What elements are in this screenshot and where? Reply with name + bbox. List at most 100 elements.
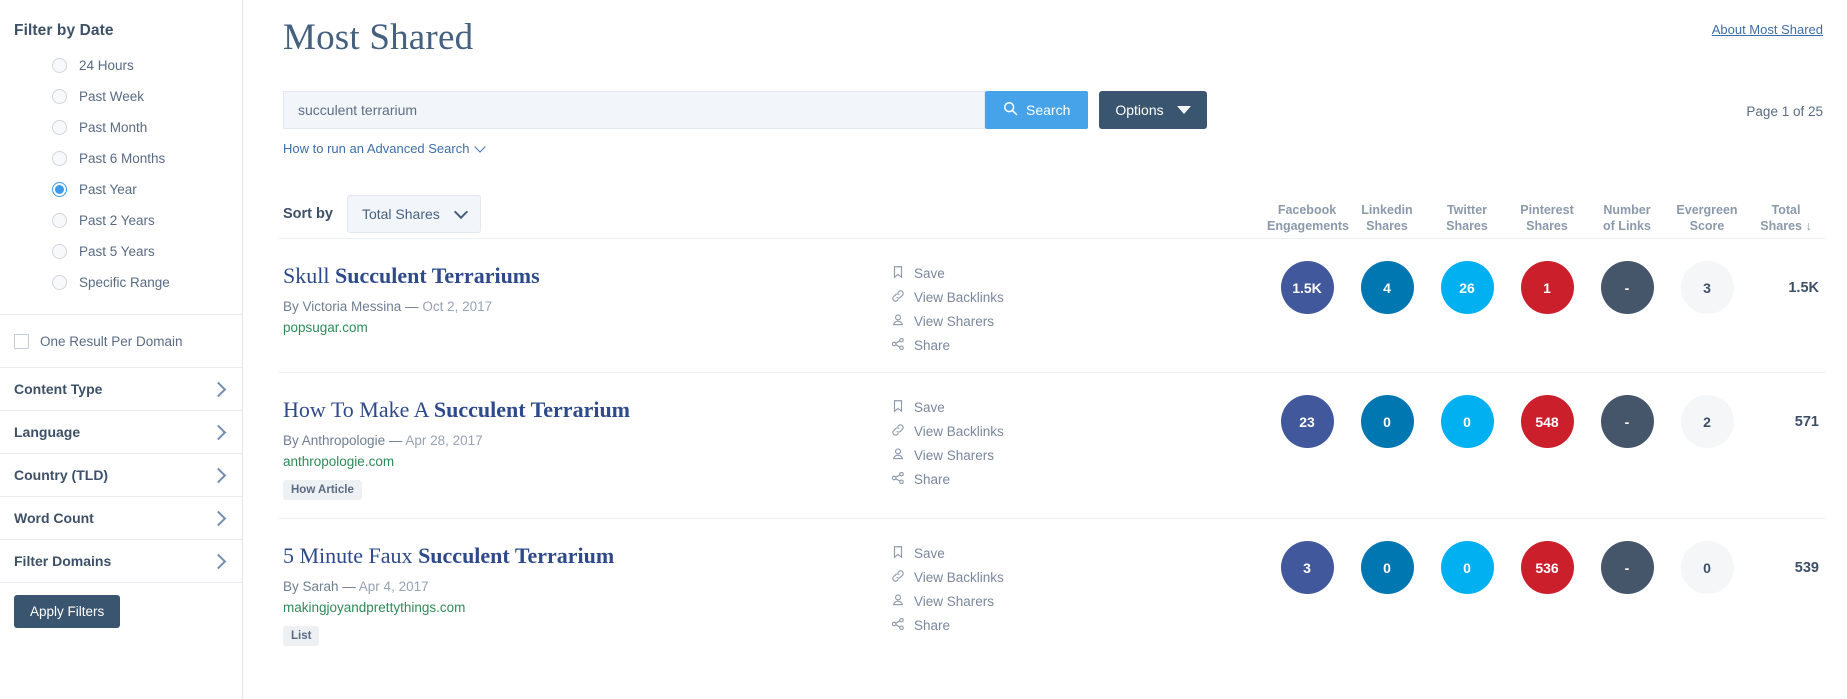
radio-icon[interactable] xyxy=(52,89,67,104)
result-author: By Sarah — xyxy=(283,579,359,594)
action-view-sharers[interactable]: View Sharers xyxy=(891,313,1041,330)
filter-section-filter-domains[interactable]: Filter Domains xyxy=(0,539,242,582)
filter-section-word-count[interactable]: Word Count xyxy=(0,496,242,539)
date-filter-option[interactable]: Past 2 Years xyxy=(0,205,242,236)
person-icon xyxy=(891,313,905,330)
metric-value-evergreen: 2 xyxy=(1703,413,1711,430)
action-label: Share xyxy=(914,472,951,487)
person-icon xyxy=(891,447,905,464)
metric-value-twitter: 26 xyxy=(1459,279,1475,296)
column-header[interactable]: Total Shares ↓ xyxy=(1747,202,1825,234)
sort-direction-icon[interactable]: ↓ xyxy=(1805,219,1811,233)
column-header[interactable]: Number of Links xyxy=(1587,202,1667,234)
result-title[interactable]: Skull Succulent Terrariums xyxy=(283,263,883,289)
link-icon xyxy=(891,423,905,440)
chevron-right-icon xyxy=(210,467,227,483)
search-button[interactable]: Search xyxy=(985,91,1089,129)
result-domain[interactable]: popsugar.com xyxy=(283,320,883,335)
result-title[interactable]: How To Make A Succulent Terrarium xyxy=(283,397,883,423)
result-date: Apr 28, 2017 xyxy=(405,433,483,448)
metric-circle-pinterest: 548 xyxy=(1520,395,1574,448)
column-header-line1: Twitter xyxy=(1446,203,1488,217)
date-filter-option[interactable]: Past 6 Months xyxy=(0,143,242,174)
date-filter-option[interactable]: Past Week xyxy=(0,81,242,112)
action-share[interactable]: Share xyxy=(891,337,1041,354)
metric-cell-facebook: 3 xyxy=(1267,541,1347,594)
date-filter-option[interactable]: Past 5 Years xyxy=(0,236,242,267)
radio-icon[interactable] xyxy=(52,120,67,135)
result-actions: Save View Backlinks View Sharers Share xyxy=(891,263,1041,354)
options-button[interactable]: Options xyxy=(1099,91,1207,129)
result-content-type-badge: How Article xyxy=(283,480,362,500)
radio-icon[interactable] xyxy=(52,275,67,290)
chevron-down-icon xyxy=(453,204,468,220)
column-header-line2: Shares xyxy=(1347,218,1427,234)
result-title-match: Succulent Terrarium xyxy=(433,397,631,422)
action-save[interactable]: Save xyxy=(891,545,1041,562)
metric-value-links: - xyxy=(1624,279,1630,296)
radio-icon[interactable] xyxy=(52,213,67,228)
action-view-backlinks[interactable]: View Backlinks xyxy=(891,423,1041,440)
column-header-line1: Total xyxy=(1771,203,1801,217)
result-actions: Save View Backlinks View Sharers Share xyxy=(891,543,1041,634)
column-header[interactable]: Pinterest Shares xyxy=(1507,202,1587,234)
action-view-sharers[interactable]: View Sharers xyxy=(891,447,1041,464)
radio-icon[interactable] xyxy=(52,151,67,166)
column-header[interactable]: Evergreen Score xyxy=(1667,202,1747,234)
action-label: View Backlinks xyxy=(914,570,1004,585)
metric-circle-evergreen: 0 xyxy=(1680,541,1734,594)
radio-icon[interactable] xyxy=(52,58,67,73)
bookmark-icon xyxy=(891,545,905,562)
radio-icon[interactable] xyxy=(52,182,67,197)
metric-cell-facebook: 23 xyxy=(1267,395,1347,448)
filter-section-language[interactable]: Language xyxy=(0,410,242,453)
action-share[interactable]: Share xyxy=(891,617,1041,634)
date-filter-option[interactable]: 24 Hours xyxy=(0,50,242,81)
one-result-per-domain-checkbox[interactable] xyxy=(14,333,29,349)
action-share[interactable]: Share xyxy=(891,471,1041,488)
result-domain[interactable]: makingjoyandprettythings.com xyxy=(283,600,883,615)
metric-circle-facebook: 23 xyxy=(1280,395,1334,448)
result-domain[interactable]: anthropologie.com xyxy=(283,454,883,469)
result-info: Skull Succulent Terrariums By Victoria Me… xyxy=(283,263,883,335)
result-info: 5 Minute Faux Succulent Terrarium By Sara… xyxy=(283,543,883,646)
radio-icon[interactable] xyxy=(52,244,67,259)
date-filter-option[interactable]: Past Month xyxy=(0,112,242,143)
metric-value-pinterest: 548 xyxy=(1535,413,1559,430)
column-header-line2-text: Shares xyxy=(1526,219,1568,233)
action-view-sharers[interactable]: View Sharers xyxy=(891,593,1041,610)
column-header[interactable]: Twitter Shares xyxy=(1427,202,1507,234)
sort-by-select[interactable]: Total Shares xyxy=(346,195,481,233)
date-filter-option[interactable]: Specific Range xyxy=(0,267,242,298)
result-title-prefix: How To Make A xyxy=(283,397,434,422)
filter-section-country-tld[interactable]: Country (TLD) xyxy=(0,453,242,496)
column-header-line2-text: Shares xyxy=(1760,219,1802,233)
advanced-search-link[interactable]: How to run an Advanced Search xyxy=(283,141,487,156)
action-save[interactable]: Save xyxy=(891,399,1041,416)
search-input[interactable] xyxy=(283,91,985,129)
column-header[interactable]: Facebook Engagements xyxy=(1267,202,1349,234)
action-save[interactable]: Save xyxy=(891,265,1041,282)
column-header-line1: Facebook xyxy=(1277,203,1337,217)
one-result-per-domain-row[interactable]: One Result Per Domain xyxy=(0,315,242,367)
action-label: View Backlinks xyxy=(914,424,1004,439)
column-header[interactable]: Linkedin Shares xyxy=(1347,202,1427,234)
date-radio-group: 24 Hours Past Week Past Month Past 6 Months… xyxy=(0,46,242,308)
column-header-line2-text: Engagements xyxy=(1267,219,1349,233)
filters-sidebar: Filter by Date 24 Hours Past Week Past Mon… xyxy=(0,0,243,699)
date-filter-option[interactable]: Past Year xyxy=(0,174,242,205)
filter-section-label: Country (TLD) xyxy=(14,467,109,483)
metric-cell-links: - xyxy=(1587,395,1667,448)
about-most-shared-link[interactable]: About Most Shared xyxy=(1712,22,1823,37)
filter-section-label: Word Count xyxy=(14,510,94,526)
result-author: By Anthropologie — xyxy=(283,433,406,448)
result-title-match: Succulent Terrarium xyxy=(418,543,615,568)
apply-filters-button[interactable]: Apply Filters xyxy=(14,595,121,628)
metric-circle-twitter: 0 xyxy=(1440,395,1494,448)
filter-section-content-type[interactable]: Content Type xyxy=(0,367,242,410)
result-title[interactable]: 5 Minute Faux Succulent Terrarium xyxy=(283,543,883,569)
metric-value-links: - xyxy=(1624,559,1630,576)
action-view-backlinks[interactable]: View Backlinks xyxy=(891,289,1041,306)
main-content: About Most Shared Most Shared Search Opt… xyxy=(243,0,1847,699)
action-view-backlinks[interactable]: View Backlinks xyxy=(891,569,1041,586)
